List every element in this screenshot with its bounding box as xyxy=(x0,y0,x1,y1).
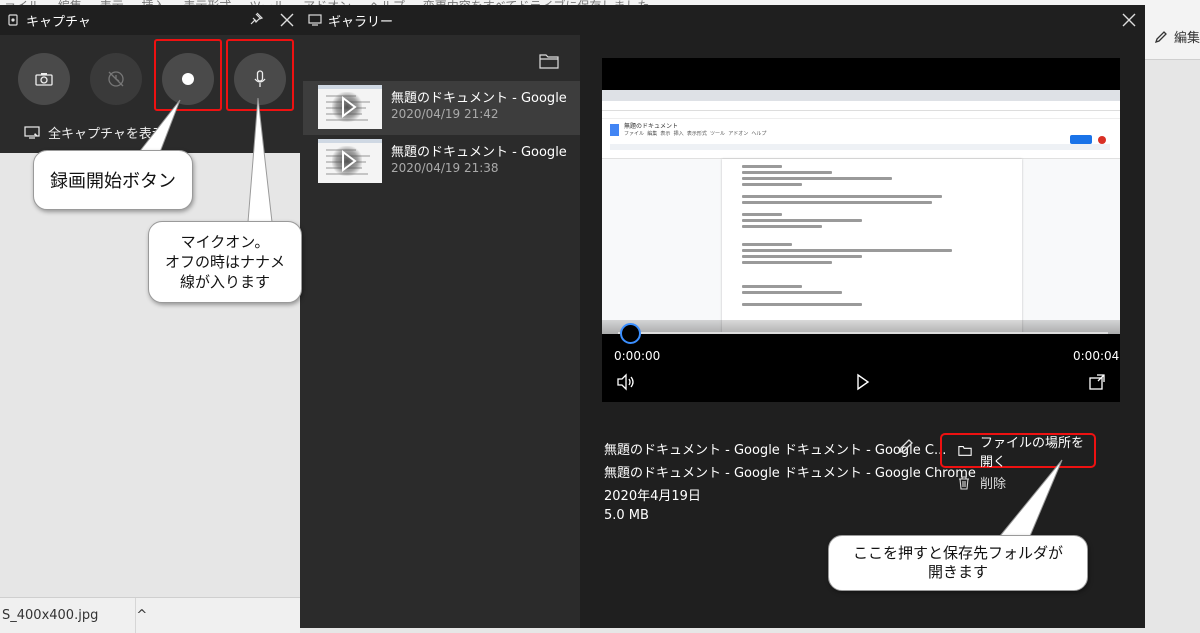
record-button-callout: 録画開始ボタン xyxy=(33,150,193,210)
folder-callout: ここを押すと保存先フォルダが 開きます xyxy=(828,535,1088,591)
mic-callout: マイクオン。 オフの時はナナメ 線が入ります xyxy=(148,221,302,303)
